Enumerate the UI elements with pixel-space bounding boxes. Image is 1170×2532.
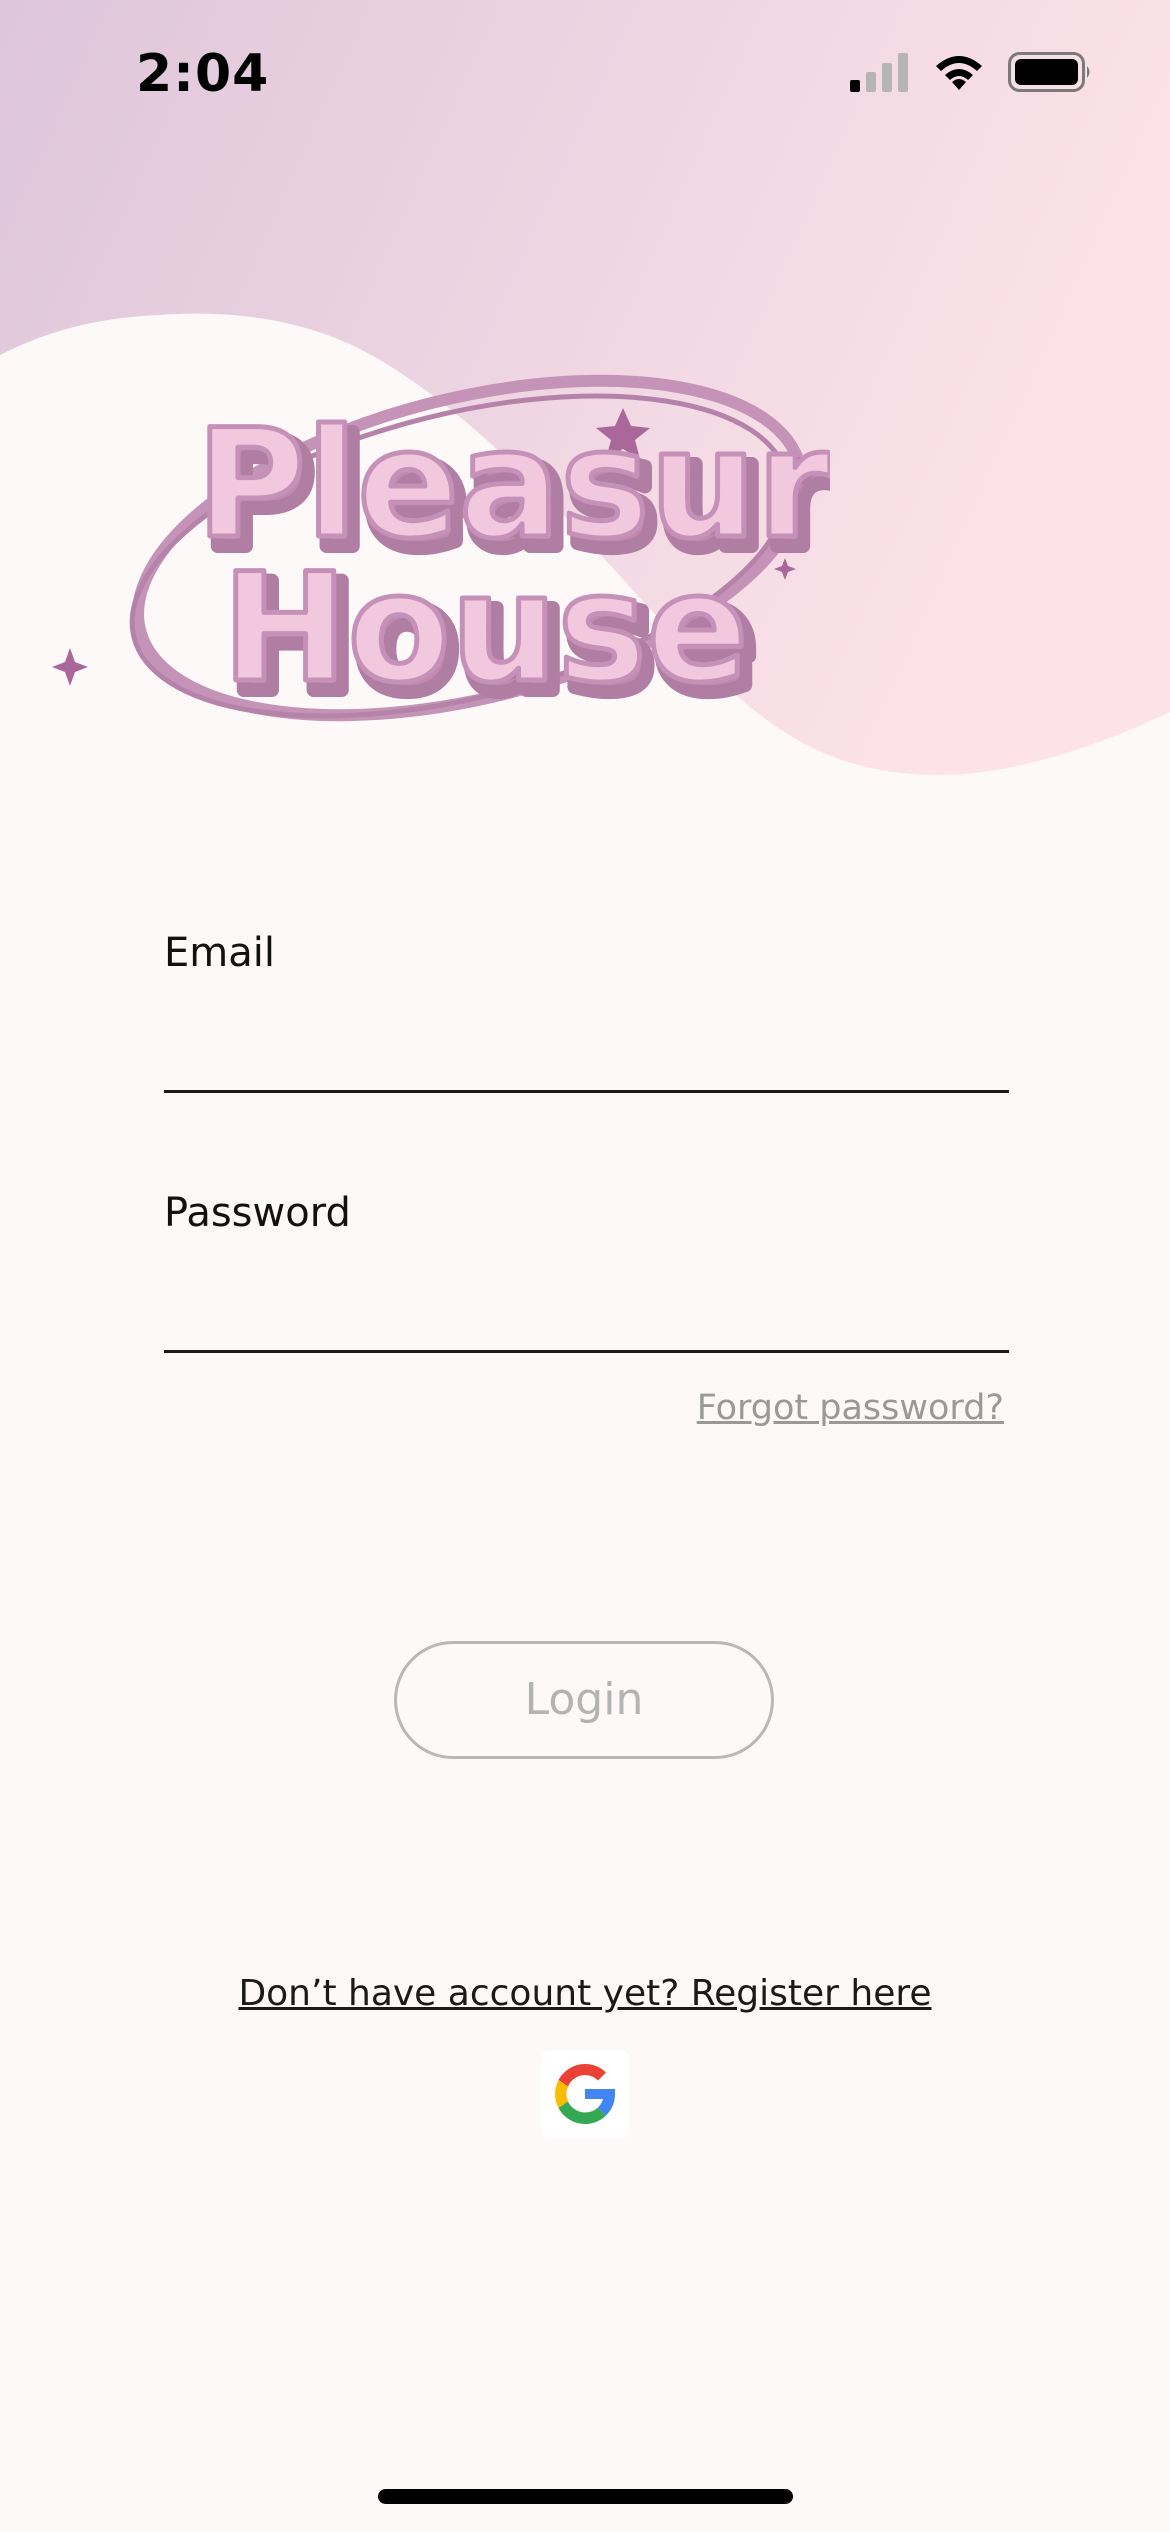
status-icons (850, 52, 1092, 92)
login-button[interactable]: Login (394, 1641, 774, 1759)
wifi-icon (936, 56, 982, 90)
sparkle-icon (52, 648, 88, 686)
status-time: 2:04 (136, 44, 270, 104)
google-icon (555, 2064, 616, 2125)
email-field[interactable] (164, 1030, 1009, 1093)
cellular-signal-icon (850, 53, 908, 92)
login-screen: 2:04 Pleasure House Pleasure (0, 0, 1170, 2532)
forgot-password-link[interactable]: Forgot password? (697, 1388, 1004, 1428)
battery-icon (1008, 52, 1090, 92)
email-label: Email (164, 930, 275, 976)
register-link[interactable]: Don’t have account yet? Register here (0, 1973, 1170, 2014)
logo-line2: House (222, 542, 748, 716)
google-signin-button[interactable] (541, 2050, 629, 2138)
home-indicator (378, 2489, 793, 2504)
password-field[interactable] (164, 1290, 1009, 1353)
pleasure-house-logo: Pleasure House Pleasure House (52, 374, 830, 730)
password-label: Password (164, 1190, 351, 1236)
